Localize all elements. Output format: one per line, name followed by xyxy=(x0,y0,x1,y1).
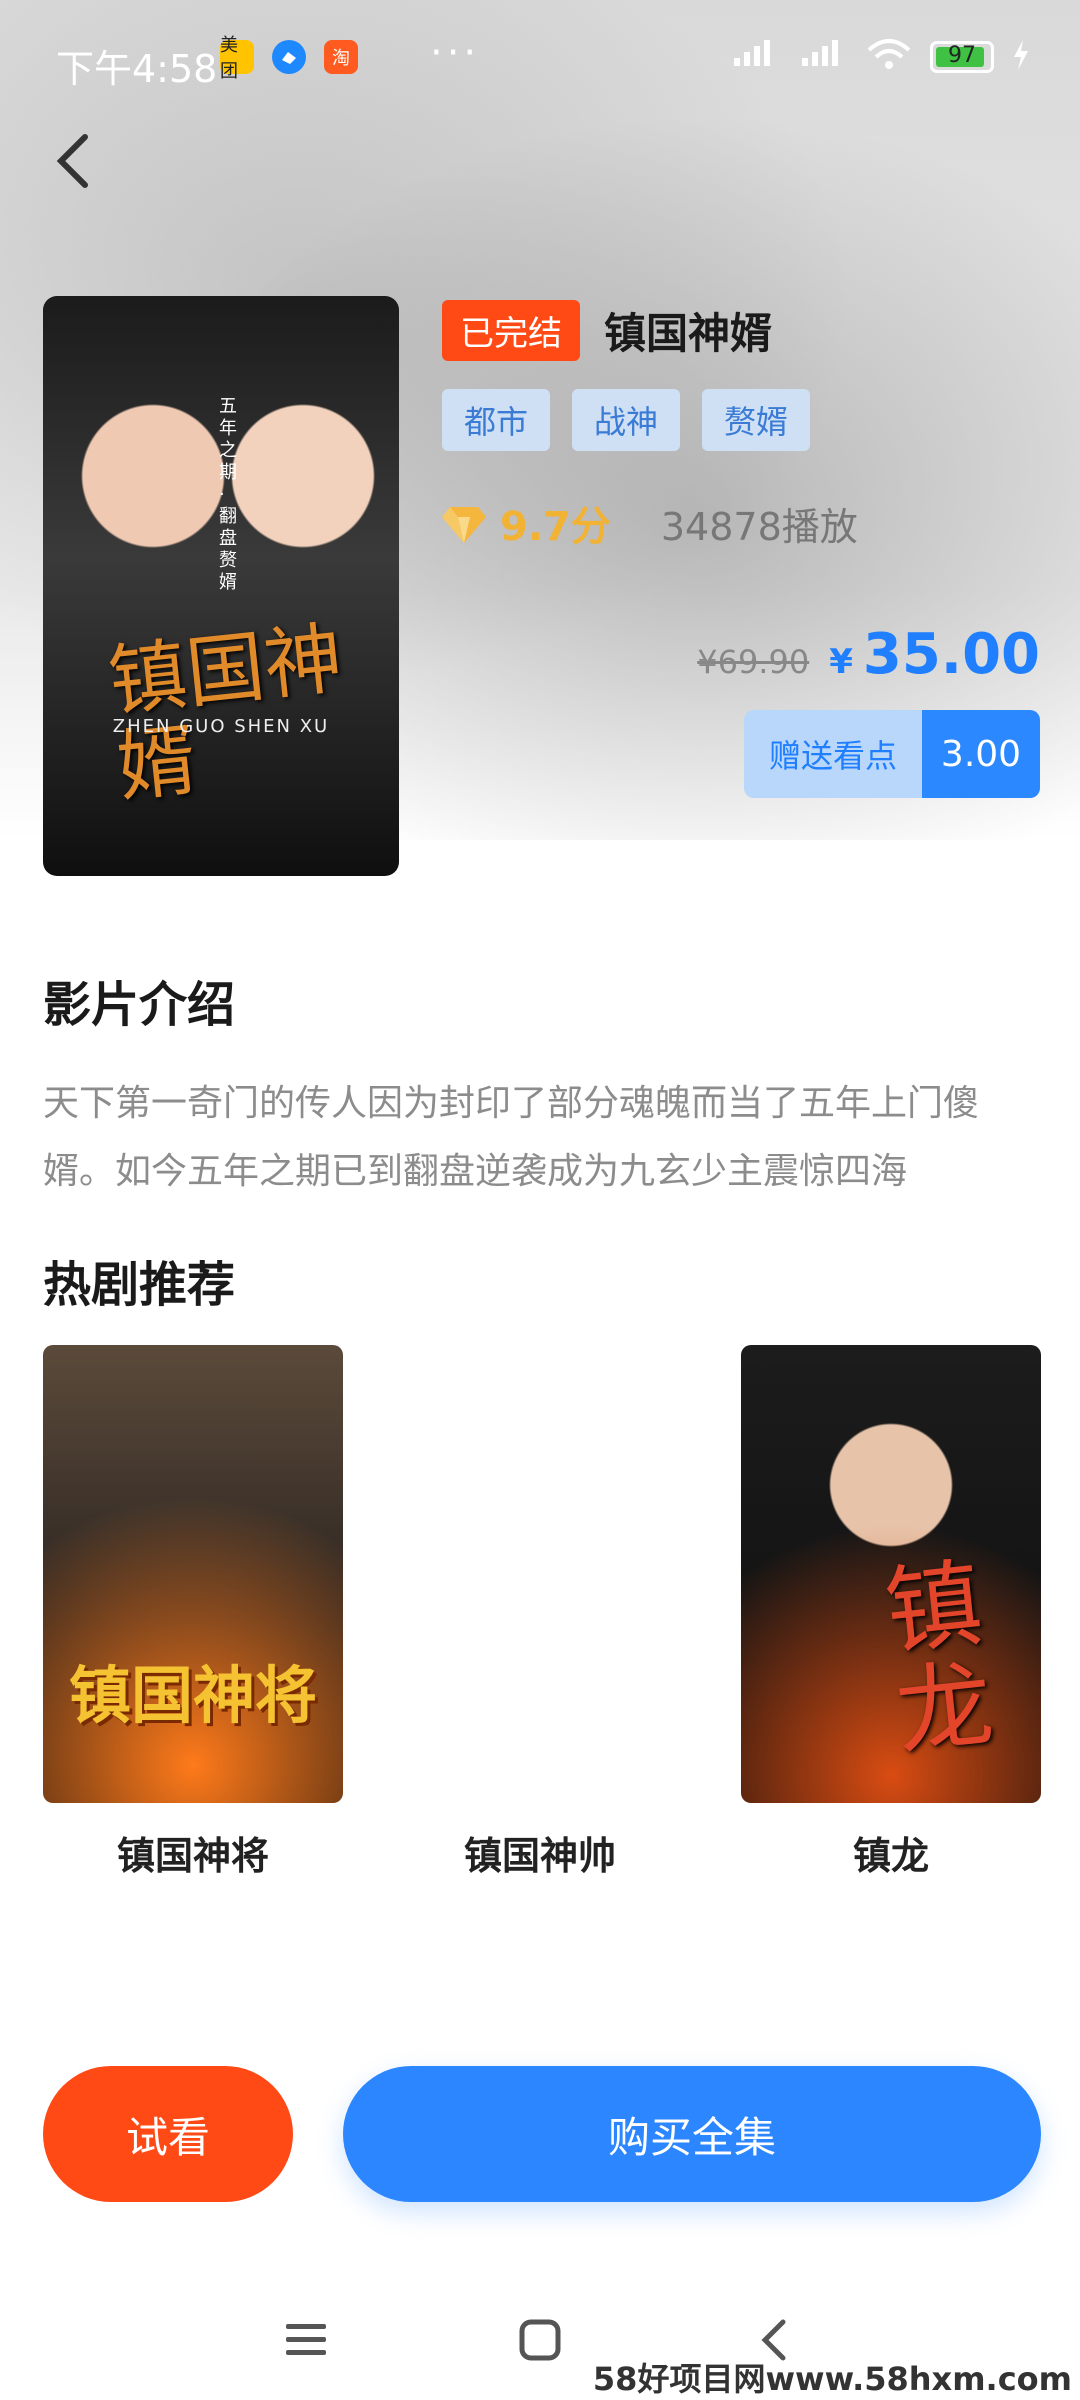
tag-war-god[interactable]: 战神 xyxy=(572,389,681,451)
rating-row: 9.7分 34878播放 xyxy=(442,494,858,552)
signal-icon xyxy=(730,38,780,76)
status-app-icons: 美团 淘 xyxy=(220,35,358,82)
recommend-title[interactable]: 镇国神将 xyxy=(43,1825,343,1880)
recommend-item[interactable]: 镇国神将 镇国神将 xyxy=(43,1345,343,1880)
poster-tagline: 五年之期·翻盘赘婿 xyxy=(219,396,237,593)
score: 9.7分 xyxy=(500,504,611,550)
drama-title: 镇国神婿 xyxy=(604,309,773,358)
nav-home-button[interactable] xyxy=(510,2310,570,2370)
drama-info: 已完结 镇国神婿 都市 战神 赘婿 xyxy=(442,300,1042,451)
tag-urban[interactable]: 都市 xyxy=(442,389,551,451)
play-count: 34878播放 xyxy=(660,504,858,549)
tag-son-in-law[interactable]: 赘婿 xyxy=(702,389,811,451)
watermark: 58好项目网www.58hxm.com xyxy=(592,2360,1072,2398)
status-right: 97 xyxy=(730,38,1030,76)
menu-icon xyxy=(286,2324,326,2355)
wifi-icon xyxy=(866,38,912,76)
poster-subtitle: ZHEN GUO SHEN XU xyxy=(112,716,330,737)
home-square-icon xyxy=(519,2319,561,2361)
taobao-icon: 淘 xyxy=(324,40,358,74)
trial-button[interactable]: 试看 xyxy=(43,2066,293,2202)
recommend-title[interactable]: 镇国神帅 xyxy=(390,1825,690,1880)
price-symbol: ¥ xyxy=(829,642,853,682)
intro-text: 天下第一奇门的传人因为封印了部分魂魄而当了五年上门傻婿。如今五年之期已到翻盘逆袭… xyxy=(43,1083,980,1192)
recommend-item[interactable]: 镇国神帅 xyxy=(390,1345,690,1880)
charging-icon xyxy=(1012,40,1030,74)
recommend-title[interactable]: 镇龙 xyxy=(741,1825,1041,1880)
recommend-item[interactable]: 镇龙 镇龙 xyxy=(741,1345,1041,1880)
back-button[interactable] xyxy=(38,126,108,196)
price-row: ¥69.90 ¥35.00 xyxy=(697,622,1040,687)
chevron-left-icon xyxy=(56,134,88,188)
more-notifications-icon: ··· xyxy=(430,30,481,76)
nav-menu-button[interactable] xyxy=(276,2310,336,2370)
bonus-label: 赠送看点 xyxy=(744,710,922,798)
drama-poster[interactable]: 五年之期·翻盘赘婿 镇国神婿 ZHEN GUO SHEN XU xyxy=(43,296,399,876)
bonus-points: 赠送看点 3.00 xyxy=(744,710,1040,798)
bonus-value: 3.00 xyxy=(922,710,1040,798)
current-price: ¥35.00 xyxy=(829,622,1040,687)
recommend-cover[interactable]: 镇国神将 xyxy=(43,1345,343,1803)
status-bar: 下午4:58 美团 淘 ··· 97 xyxy=(0,0,1080,124)
poster-title: 镇国神婿 xyxy=(104,613,347,814)
buy-all-button[interactable]: 购买全集 xyxy=(343,2066,1041,2202)
feishu-icon xyxy=(272,40,306,74)
recommend-cover[interactable] xyxy=(390,1345,690,1803)
signal-icon-2 xyxy=(798,38,848,76)
recommend-cover-title: 镇龙 xyxy=(880,1547,998,1770)
title-row: 已完结 镇国神婿 xyxy=(442,300,1042,361)
original-price: ¥69.90 xyxy=(697,643,810,681)
recommend-cover-title: 镇国神将 xyxy=(68,1659,317,1732)
tag-list: 都市 战神 赘婿 xyxy=(442,389,1042,451)
status-badge: 已完结 xyxy=(442,300,580,361)
battery-level: 97 xyxy=(948,43,976,68)
intro-heading: 影片介绍 xyxy=(43,977,236,1033)
status-time: 下午4:58 xyxy=(56,47,218,91)
recommend-heading: 热剧推荐 xyxy=(43,1257,236,1313)
price-value: 35.00 xyxy=(862,622,1040,687)
recommend-cover[interactable]: 镇龙 xyxy=(741,1345,1041,1803)
meituan-icon: 美团 xyxy=(220,35,254,82)
diamond-icon xyxy=(442,507,486,543)
battery-icon: 97 xyxy=(930,41,994,73)
